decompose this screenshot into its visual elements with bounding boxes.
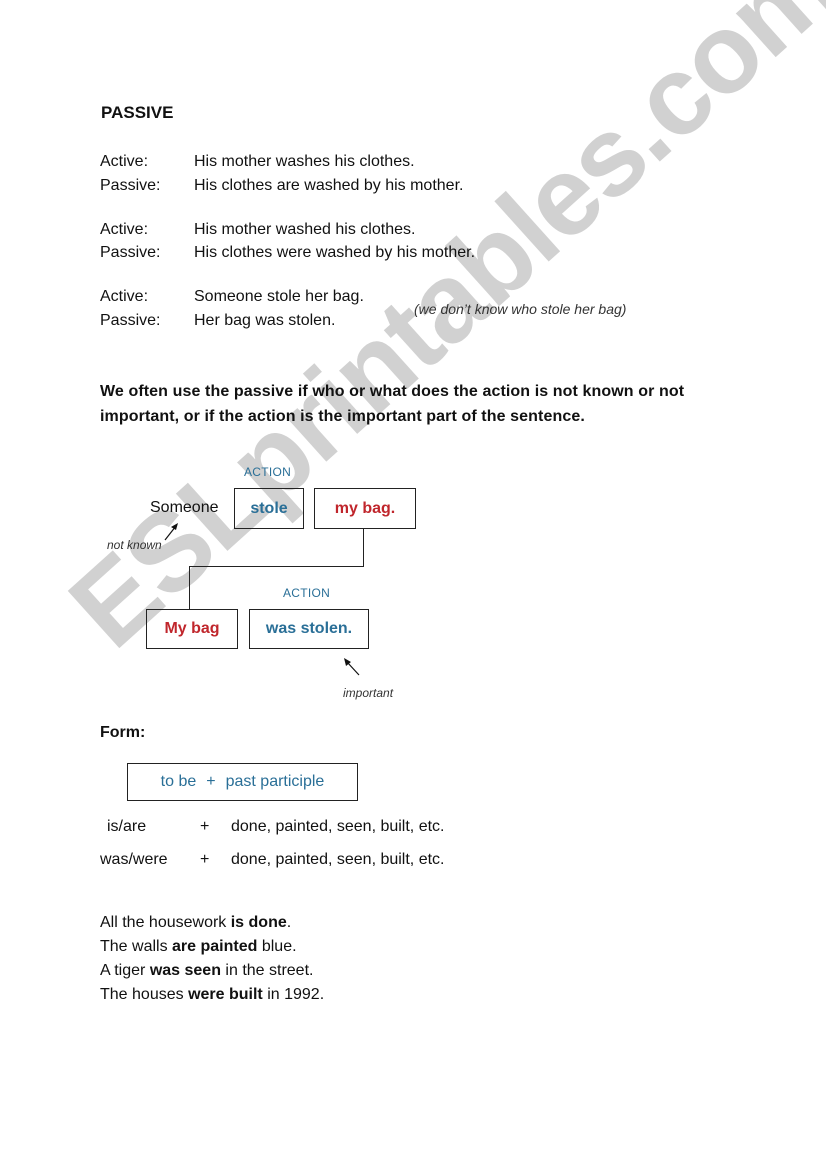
- example-sentence: Someone stole her bag.: [194, 288, 364, 305]
- diagram-subject-someone: Someone: [150, 499, 219, 516]
- connector-line: [363, 529, 364, 567]
- diagram-verb-box: stole: [234, 488, 304, 529]
- watermark: ESLprintables.com: [46, 0, 826, 671]
- sentence-text: in 1992.: [262, 986, 325, 1003]
- formula-plus: +: [206, 773, 216, 790]
- sentence-text: The houses: [100, 986, 189, 1003]
- diagram-passive-verb-box: was stolen.: [249, 609, 369, 649]
- arrow-icon: [164, 523, 178, 541]
- action-label: ACTION: [244, 465, 292, 479]
- action-label: ACTION: [283, 586, 331, 600]
- sentence-verb: is done: [230, 914, 287, 931]
- example-sentence: Her bag was stolen.: [194, 312, 336, 329]
- form-plus: +: [200, 851, 210, 868]
- example-passive-sentence: The houses were built in 1992.: [100, 986, 324, 1004]
- form-participles: done, painted, seen, built, etc.: [231, 818, 445, 835]
- form-heading: Form:: [100, 724, 146, 741]
- sentence-verb: were built: [188, 986, 263, 1003]
- arrow-icon: [344, 658, 360, 676]
- example-label: Active:: [100, 288, 149, 305]
- sentence-text: A tiger: [100, 962, 150, 979]
- example-label: Passive:: [100, 177, 161, 194]
- diagram-object: my bag.: [334, 499, 396, 517]
- formula-to-be: to be: [160, 773, 197, 790]
- unknown-agent-note: (we don’t know who stole her bag): [414, 301, 627, 317]
- example-label: Passive:: [100, 244, 161, 261]
- example-label: Passive:: [100, 312, 161, 329]
- diagram-verb: stole: [250, 499, 288, 517]
- sentence-text: The walls: [100, 938, 173, 955]
- sentence-verb: was seen: [149, 962, 221, 979]
- sentence-verb: are painted: [172, 938, 258, 955]
- example-sentence: His mother washed his clothes.: [194, 221, 416, 238]
- sentence-text: .: [286, 914, 292, 931]
- example-passive-sentence: The walls are painted blue.: [100, 938, 297, 956]
- explanation-line-1: We often use the passive if who or what …: [100, 383, 685, 400]
- sentence-text: All the housework: [100, 914, 231, 931]
- form-aux: is/are: [107, 818, 147, 835]
- diagram-passive-subject: My bag: [164, 620, 220, 637]
- form-aux: was/were: [100, 851, 168, 868]
- explanation-line-2: important, or if the action is the impor…: [100, 408, 585, 425]
- example-passive-sentence: A tiger was seen in the street.: [100, 962, 313, 980]
- important-note: important: [343, 686, 394, 700]
- form-participles: done, painted, seen, built, etc.: [231, 851, 445, 868]
- diagram-passive-verb: was stolen.: [265, 620, 353, 637]
- example-sentence: His clothes are washed by his mother.: [194, 177, 464, 194]
- example-sentence: His clothes were washed by his mother.: [194, 244, 476, 261]
- page-title: PASSIVE: [101, 103, 174, 122]
- sentence-text: blue.: [257, 938, 297, 955]
- not-known-note: not known: [107, 538, 162, 552]
- diagram-object-box: my bag.: [314, 488, 416, 529]
- example-label: Active:: [100, 221, 149, 238]
- formula-past-participle: past participle: [225, 773, 325, 790]
- example-label: Active:: [100, 153, 149, 170]
- connector-line: [189, 566, 364, 567]
- sentence-text: in the street.: [220, 962, 314, 979]
- form-formula-box: to be + past participle: [127, 763, 358, 801]
- example-sentence: His mother washes his clothes.: [194, 153, 415, 170]
- diagram-passive-subject-box: My bag: [146, 609, 238, 649]
- connector-line: [189, 566, 190, 609]
- example-passive-sentence: All the housework is done.: [100, 914, 291, 932]
- form-plus: +: [200, 818, 210, 835]
